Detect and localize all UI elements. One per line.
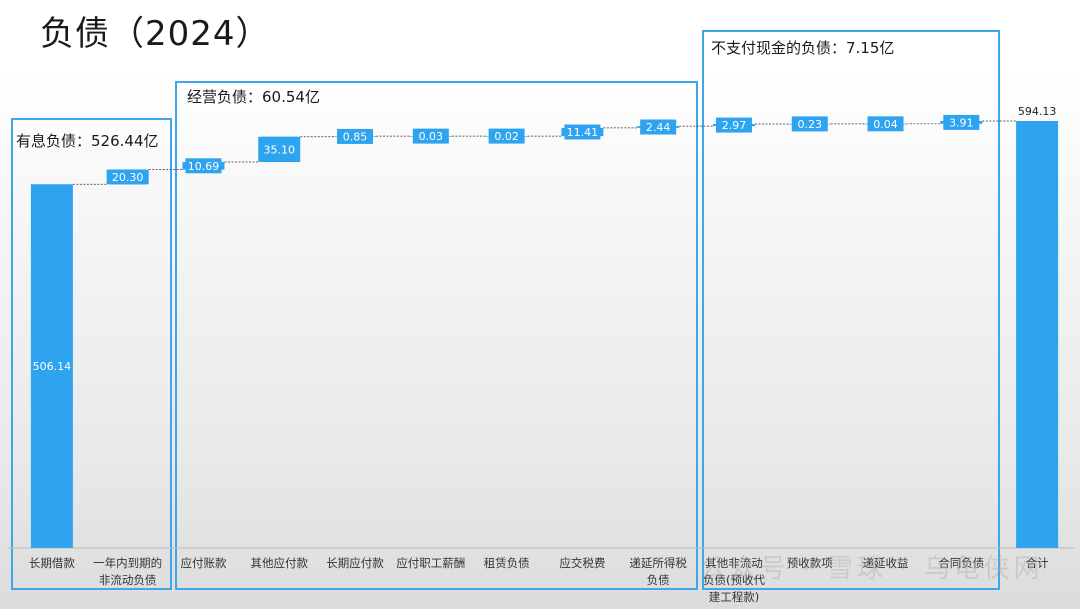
value-label-4: 0.85	[343, 130, 368, 143]
value-label-3: 35.10	[264, 143, 296, 156]
value-label-1: 20.30	[112, 171, 144, 184]
watermark: 公众号 · 雪球 · 乌龟侠网	[700, 554, 1044, 584]
category-label-4-0: 长期应付款	[326, 556, 384, 570]
value-label-8: 2.44	[646, 121, 671, 134]
value-label-11: 0.04	[873, 118, 898, 131]
category-label-5-0: 应付职工薪酬	[396, 556, 465, 570]
category-label-1-0: 一年内到期的	[93, 556, 162, 570]
value-label-7: 11.41	[567, 126, 599, 139]
category-label-9-2: 建工程款)	[709, 590, 760, 604]
value-label-5: 0.03	[419, 130, 444, 143]
value-label-12: 3.91	[949, 116, 974, 129]
value-label-2: 10.69	[188, 160, 220, 173]
value-label-6: 0.02	[494, 130, 519, 143]
category-label-7-0: 应交税费	[559, 556, 605, 570]
value-label-10: 0.23	[798, 118, 823, 131]
bar-13	[1016, 121, 1059, 548]
category-label-0-0: 长期借款	[29, 556, 75, 570]
category-label-8-1: 负债	[647, 573, 670, 587]
value-label-13: 594.13	[1018, 105, 1057, 118]
category-label-3-0: 其他应付款	[251, 556, 309, 570]
value-label-9: 2.97	[722, 119, 747, 132]
category-label-2-0: 应付账款	[180, 556, 226, 570]
category-label-1-1: 非流动负债	[99, 573, 157, 587]
value-label-0: 506.14	[33, 360, 72, 373]
category-label-6-0: 租赁负债	[484, 556, 530, 570]
waterfall-chart: 506.14 长期借款 20.30 一年内到期的非流动负债 10.69 应付账款 35.10…	[8, 105, 1075, 604]
category-label-8-0: 递延所得税	[629, 556, 687, 570]
